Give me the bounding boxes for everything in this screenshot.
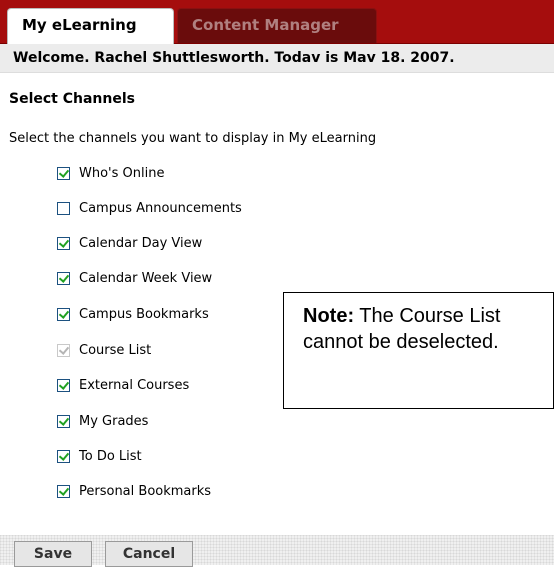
section-title: Select Channels bbox=[9, 91, 135, 107]
channel-label: Who's Online bbox=[79, 165, 165, 181]
cancel-button[interactable]: Cancel bbox=[105, 541, 193, 567]
channel-item-my-grades[interactable]: My Grades bbox=[57, 411, 148, 431]
channel-label: My Grades bbox=[79, 413, 149, 429]
button-bar: Save Cancel bbox=[0, 535, 554, 567]
checkbox-icon[interactable] bbox=[57, 414, 70, 428]
note-callout: Note: The Course List cannot be deselect… bbox=[283, 292, 554, 409]
save-button[interactable]: Save bbox=[14, 541, 92, 567]
checkbox-icon[interactable] bbox=[57, 484, 70, 498]
tab-bar: My eLearning Content Manager bbox=[0, 0, 554, 44]
welcome-message: Welcome. Rachel Shuttlesworth. Todav is … bbox=[0, 44, 554, 73]
channel-label: Calendar Day View bbox=[79, 235, 203, 251]
channel-item-campus-announcements[interactable]: Campus Announcements bbox=[57, 198, 242, 218]
tab-my-elearning[interactable]: My eLearning bbox=[7, 8, 174, 44]
channel-label: To Do List bbox=[79, 448, 142, 464]
channel-label: Course List bbox=[79, 342, 152, 358]
checkbox-icon[interactable] bbox=[57, 201, 70, 215]
channel-label: External Courses bbox=[79, 377, 190, 393]
checkbox-icon[interactable] bbox=[57, 449, 70, 463]
channel-label: Personal Bookmarks bbox=[79, 483, 212, 499]
channel-item-personal-bookmarks[interactable]: Personal Bookmarks bbox=[57, 481, 211, 501]
channel-label: Calendar Week View bbox=[79, 270, 213, 286]
channel-item-calendar-day-view[interactable]: Calendar Day View bbox=[57, 233, 202, 253]
channel-item-campus-bookmarks[interactable]: Campus Bookmarks bbox=[57, 304, 209, 324]
instructions-text: Select the channels you want to display … bbox=[9, 131, 377, 146]
channel-label: Campus Bookmarks bbox=[79, 306, 209, 322]
checkbox-icon[interactable] bbox=[57, 378, 70, 392]
channel-item-calendar-week-view[interactable]: Calendar Week View bbox=[57, 268, 212, 288]
channel-item-to-do-list[interactable]: To Do List bbox=[57, 446, 142, 466]
checkbox-icon[interactable] bbox=[57, 166, 70, 180]
note-label: Note: bbox=[303, 305, 355, 327]
channel-item-whos-online[interactable]: Who's Online bbox=[57, 163, 164, 183]
tab-content-manager[interactable]: Content Manager bbox=[177, 8, 377, 43]
channel-label: Campus Announcements bbox=[79, 200, 242, 216]
checkbox-icon[interactable] bbox=[57, 307, 70, 321]
channel-item-external-courses[interactable]: External Courses bbox=[57, 375, 189, 395]
channel-item-course-list: Course List bbox=[57, 340, 151, 360]
checkbox-icon bbox=[57, 343, 70, 357]
checkbox-icon[interactable] bbox=[57, 271, 70, 285]
checkbox-icon[interactable] bbox=[57, 236, 70, 250]
